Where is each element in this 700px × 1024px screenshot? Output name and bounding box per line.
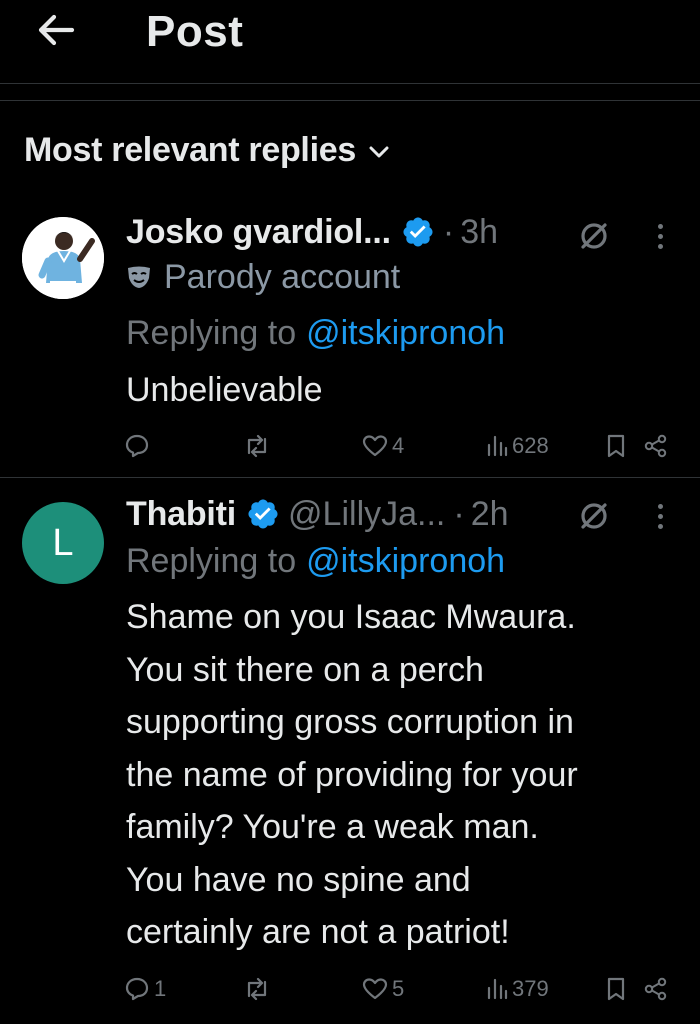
repost-button[interactable] (243, 426, 271, 466)
reply-button[interactable] (124, 426, 154, 466)
views-button[interactable]: 379 (486, 969, 549, 1009)
bookmark-icon (607, 434, 625, 458)
more-options-button[interactable] (650, 496, 670, 536)
like-button[interactable]: 4 (362, 426, 404, 466)
mention-link[interactable]: @itskipronoh (306, 314, 505, 353)
parody-label: Parody account (126, 256, 400, 298)
like-icon (362, 978, 388, 1000)
repost-icon (247, 434, 267, 458)
verified-badge-icon (403, 217, 433, 247)
avatar[interactable]: L (22, 502, 104, 584)
share-icon (644, 434, 667, 458)
post-time[interactable]: 2h (471, 495, 509, 534)
separator-dot: · (453, 494, 465, 533)
grok-icon[interactable] (574, 496, 614, 536)
views-icon (487, 435, 508, 457)
bookmark-button[interactable] (605, 426, 627, 466)
back-button[interactable] (30, 8, 82, 52)
action-bar: 4 628 (0, 426, 700, 466)
avatar-letter: L (52, 521, 74, 564)
reply-post[interactable]: Josko gvardiol... · 3h Parody account Re… (0, 196, 700, 478)
bookmark-button[interactable] (605, 969, 627, 1009)
replying-to: Replying to @itskipronoh (126, 313, 506, 353)
views-button[interactable]: 628 (486, 426, 549, 466)
replying-to: Replying to @itskipronoh (126, 541, 506, 581)
share-button[interactable] (643, 426, 669, 466)
avatar-image (22, 217, 104, 299)
reply-icon (125, 977, 149, 1001)
reply-icon (125, 434, 149, 458)
action-bar: 1 5 379 (0, 969, 700, 1009)
display-name[interactable]: Josko gvardiol... (126, 213, 391, 252)
sort-label: Most relevant replies (24, 130, 356, 169)
like-button[interactable]: 5 (362, 969, 404, 1009)
verified-badge-icon (248, 499, 278, 529)
repost-button[interactable] (243, 969, 271, 1009)
mention-link[interactable]: @itskipronoh (306, 542, 505, 581)
post-time[interactable]: 3h (460, 213, 498, 252)
back-arrow-icon (38, 14, 75, 46)
avatar[interactable] (22, 217, 104, 299)
reply-sort-dropdown[interactable]: Most relevant replies (24, 126, 390, 174)
page-title: Post (146, 7, 244, 56)
user-handle[interactable]: @LillyJa... (288, 495, 445, 534)
more-icon (657, 223, 663, 229)
share-button[interactable] (643, 969, 669, 1009)
display-name[interactable]: Thabiti (126, 495, 236, 534)
views-icon (487, 978, 508, 1000)
top-bar: Post (0, 0, 700, 84)
share-icon (644, 977, 667, 1001)
reply-post[interactable]: L Thabiti @LillyJa... · 2h Replying to @… (0, 479, 700, 1024)
chevron-down-icon (369, 146, 389, 158)
post-header: Thabiti @LillyJa... · 2h (126, 490, 509, 538)
bookmark-icon (607, 977, 625, 1001)
post-text: Shame on you Isaac Mwaura. You sit there… (126, 598, 578, 951)
post-header: Josko gvardiol... · 3h (126, 208, 498, 256)
separator-dot: · (442, 212, 455, 251)
reply-button[interactable]: 1 (124, 969, 166, 1009)
repost-icon (247, 977, 267, 1001)
parody-mask-icon (128, 266, 150, 288)
post-text: Unbelievable (126, 371, 323, 409)
grok-icon[interactable] (574, 216, 614, 256)
like-icon (362, 435, 388, 457)
divider (0, 100, 700, 101)
more-options-button[interactable] (650, 216, 670, 256)
more-icon (657, 503, 663, 509)
